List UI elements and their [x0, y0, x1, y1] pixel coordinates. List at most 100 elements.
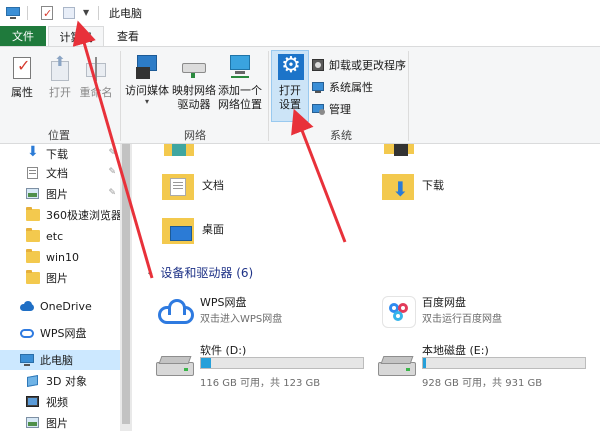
drive-name: 本地磁盘 (E:)	[422, 344, 489, 357]
uninstall-icon	[312, 58, 325, 72]
uninstall-button[interactable]: 卸载或更改程序	[312, 57, 406, 73]
video-icon	[26, 396, 40, 408]
nav-item-3d-objects[interactable]: 3D 对象	[0, 371, 120, 391]
drive-usage-fill	[423, 358, 427, 368]
ribbon: ✓ 属性 ⬆ 打开 重命名 位置 访问媒体 ▾ 映射网络 驱动器 添加一个 网络…	[0, 46, 600, 144]
new-folder-icon[interactable]	[61, 5, 77, 21]
folder-downloads[interactable]: ⬇ 下载	[382, 170, 444, 200]
devices-section-header[interactable]: ⌄ 设备和驱动器 (6)	[146, 264, 253, 281]
desktop-folder-icon	[162, 214, 196, 244]
open-button[interactable]: ⬆ 打开	[44, 55, 76, 100]
properties-check-icon[interactable]: ✓	[39, 5, 55, 21]
map-drive-button[interactable]: 映射网络 驱动器	[170, 53, 218, 112]
computer-icon	[20, 354, 34, 366]
rename-button[interactable]: 重命名	[78, 55, 114, 100]
folder-icon	[26, 270, 40, 284]
uninstall-label: 卸载或更改程序	[329, 59, 406, 72]
access-media-label: 访问媒体	[125, 84, 169, 97]
nav-item-360-browser[interactable]: 360极速浏览器	[0, 205, 120, 225]
nav-label: 360极速浏览器	[46, 209, 120, 222]
computer-icon[interactable]	[5, 5, 21, 21]
wps-drive[interactable]: WPS网盘 双击进入WPS网盘	[156, 294, 376, 330]
nav-label: 文档	[46, 167, 68, 180]
map-drive-label-1: 映射网络	[172, 84, 216, 97]
drive-subtitle: 双击进入WPS网盘	[200, 314, 283, 325]
drive-usage-bar	[200, 357, 364, 369]
nav-item-this-pc[interactable]: 此电脑	[0, 350, 120, 370]
manage-button[interactable]: 管理	[312, 101, 351, 117]
system-properties-icon	[312, 81, 325, 94]
nav-item-win10[interactable]: win10	[0, 247, 120, 267]
wps-cloud-icon	[20, 327, 34, 339]
drive-name: WPS网盘	[200, 296, 247, 309]
nav-item-pictures-2[interactable]: 图片	[0, 268, 120, 288]
pin-icon[interactable]: ✎	[108, 188, 116, 198]
group-label-system: 系统	[330, 129, 352, 142]
folder-documents[interactable]: 文档	[162, 170, 224, 200]
baidu-cloud-icon	[382, 296, 416, 328]
nav-item-pictures[interactable]: 图片 ✎	[0, 184, 120, 204]
properties-icon: ✓	[9, 55, 35, 83]
videos-folder-partial[interactable]	[384, 144, 414, 158]
3d-objects-folder-partial[interactable]	[164, 144, 194, 158]
folder-icon	[26, 249, 40, 263]
manage-icon	[312, 103, 325, 116]
access-media-button[interactable]: 访问媒体 ▾	[124, 53, 170, 106]
nav-item-documents[interactable]: 文档 ✎	[0, 163, 120, 183]
nav-item-wps[interactable]: WPS网盘	[0, 323, 120, 343]
nav-label: win10	[46, 250, 80, 264]
drive-subtitle: 双击运行百度网盘	[422, 314, 502, 325]
content-pane: 文档 ⬇ 下载 桌面 ⌄ 设备和驱动器 (6) WPS网盘 双击进入WPS网盘	[132, 144, 600, 431]
drive-usage-fill	[201, 358, 211, 368]
nav-scrollbar[interactable]	[120, 144, 132, 431]
open-settings-button[interactable]: ⚙ 打开 设置	[272, 53, 308, 112]
nav-label: OneDrive	[40, 299, 92, 313]
customize-dropdown-icon[interactable]: ▼	[82, 5, 92, 21]
nav-item-etc[interactable]: etc	[0, 226, 120, 246]
group-separator-3	[408, 51, 409, 141]
add-network-label-2: 网络位置	[218, 98, 262, 111]
nav-item-downloads[interactable]: ⬇ 下载 ✎	[0, 144, 120, 164]
tab-view[interactable]: 查看	[110, 26, 146, 46]
window-title: 此电脑	[109, 7, 142, 20]
properties-button[interactable]: ✓ 属性	[6, 55, 38, 100]
nav-label: 图片	[46, 272, 68, 285]
media-icon	[134, 53, 160, 81]
chevron-down-icon: ⌄	[146, 267, 155, 278]
tab-file[interactable]: 文件	[0, 26, 46, 46]
properties-label: 属性	[11, 86, 33, 99]
title-separator	[27, 6, 28, 20]
folder-icon	[26, 228, 40, 242]
drive-e[interactable]: 本地磁盘 (E:) 928 GB 可用，共 931 GB	[378, 342, 600, 389]
baidu-drive[interactable]: 百度网盘 双击运行百度网盘	[378, 294, 598, 330]
hard-drive-icon	[156, 356, 196, 380]
ribbon-tabs: 文件 计算机 查看	[0, 26, 600, 47]
open-label: 打开	[49, 86, 71, 99]
nav-item-videos[interactable]: 视频	[0, 392, 120, 412]
folder-desktop[interactable]: 桌面	[162, 214, 224, 244]
picture-icon	[26, 417, 40, 429]
scrollbar-thumb[interactable]	[122, 144, 130, 424]
drive-space: 928 GB 可用，共 931 GB	[422, 378, 543, 389]
network-location-icon	[227, 53, 253, 81]
system-properties-button[interactable]: 系统属性	[312, 79, 373, 95]
pin-icon[interactable]: ✎	[108, 148, 116, 158]
nav-label: 图片	[46, 417, 68, 430]
group-label-location: 位置	[48, 129, 70, 142]
nav-label: WPS网盘	[40, 327, 87, 340]
section-title: 设备和驱动器 (6)	[160, 266, 254, 280]
folder-label: 桌面	[202, 223, 224, 236]
nav-item-pictures-3[interactable]: 图片	[0, 413, 120, 431]
nav-item-onedrive[interactable]: OneDrive	[0, 296, 120, 316]
add-network-location-button[interactable]: 添加一个 网络位置	[216, 53, 264, 112]
nav-label: etc	[46, 229, 64, 243]
nav-label: 图片	[46, 188, 68, 201]
drive-d[interactable]: 软件 (D:) 116 GB 可用，共 123 GB	[156, 342, 386, 389]
group-label-network: 网络	[184, 129, 206, 142]
folder-label: 文档	[202, 179, 224, 192]
folder-icon	[26, 207, 40, 221]
pin-icon[interactable]: ✎	[108, 167, 116, 177]
tab-computer[interactable]: 计算机	[48, 26, 104, 47]
rename-label: 重命名	[79, 86, 113, 99]
open-icon: ⬆	[47, 55, 73, 83]
